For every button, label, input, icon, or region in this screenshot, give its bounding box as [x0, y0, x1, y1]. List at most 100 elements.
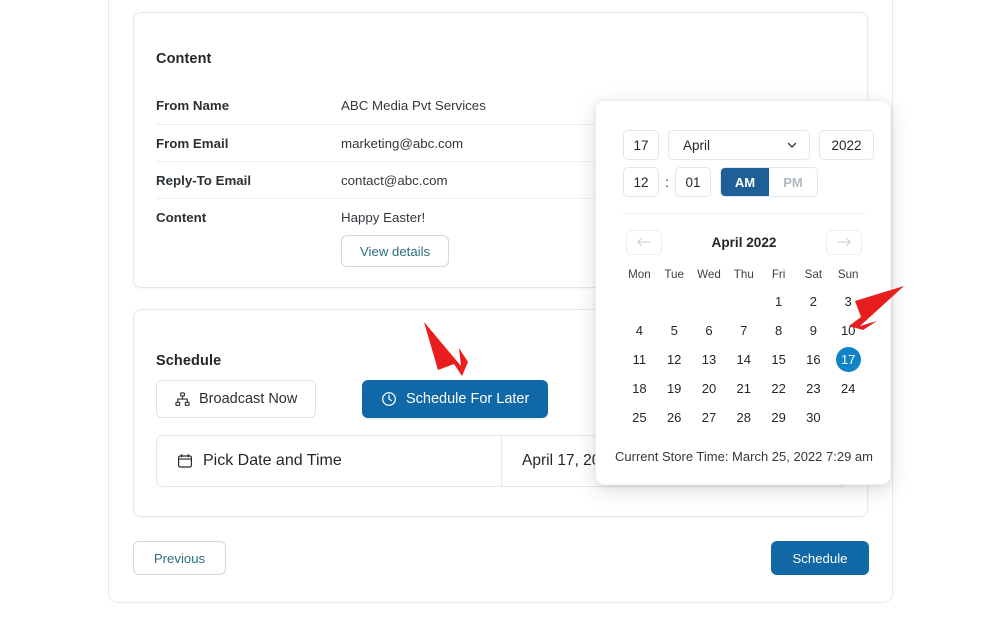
calendar-title: April 2022	[711, 234, 777, 250]
month-select[interactable]: April	[668, 130, 810, 160]
time-separator: :	[665, 174, 669, 190]
pm-option[interactable]: PM	[769, 168, 817, 196]
calendar-day[interactable]: 30	[796, 403, 831, 432]
calendar-day-label: 22	[771, 381, 786, 396]
calendar-day[interactable]: 7	[726, 316, 761, 345]
row-value: marketing@abc.com	[341, 135, 464, 151]
weekday-header: Sat	[804, 267, 823, 281]
schedule-card-title: Schedule	[156, 353, 222, 369]
calendar-day-label: 2	[809, 294, 817, 309]
minute-input[interactable]: 01	[675, 167, 711, 197]
calendar-day-label: 11	[632, 352, 647, 367]
calendar-day[interactable]: 13	[692, 345, 727, 374]
previous-button[interactable]: Previous	[133, 541, 226, 575]
calendar-blank-cell	[622, 287, 657, 316]
calendar-day-label: 21	[736, 381, 752, 396]
calendar-day-label: 28	[736, 410, 752, 425]
calendar-day[interactable]: 12	[657, 345, 692, 374]
calendar-day[interactable]: 2	[796, 287, 831, 316]
divider	[623, 213, 865, 214]
chevron-down-icon	[786, 139, 798, 151]
broadcast-now-label: Broadcast Now	[199, 391, 298, 407]
calendar-day[interactable]: 4	[622, 316, 657, 345]
calendar-day[interactable]: 23	[796, 374, 831, 403]
datepicker-time-row: 12 : 01 AM PM	[623, 167, 818, 197]
calendar-blank-cell	[657, 287, 692, 316]
calendar-day-label: 19	[666, 381, 682, 396]
prev-month-button[interactable]	[626, 229, 662, 255]
calendar-blank-cell	[726, 287, 761, 316]
calendar-day-label: 20	[701, 381, 717, 396]
calendar-day-label: 12	[666, 352, 682, 367]
calendar-day[interactable]: 9	[796, 316, 831, 345]
calendar-day-label: 17	[835, 347, 861, 372]
hour-input[interactable]: 12	[623, 167, 659, 197]
current-store-time: Current Store Time: March 25, 2022 7:29 …	[615, 449, 873, 464]
calendar-day[interactable]: 14	[726, 345, 761, 374]
weekday-header: Sun	[837, 267, 859, 281]
calendar-day-label: 18	[632, 381, 647, 396]
calendar-day[interactable]: 15	[761, 345, 796, 374]
row-label: From Name	[156, 98, 230, 113]
calendar-day[interactable]: 10	[831, 316, 866, 345]
am-option[interactable]: AM	[721, 168, 769, 196]
calendar-day[interactable]: 28	[726, 403, 761, 432]
row-label: From Email	[156, 135, 229, 151]
calendar-day-label: 26	[666, 410, 682, 425]
calendar-day[interactable]: 1	[761, 287, 796, 316]
calendar-day[interactable]: 11	[622, 345, 657, 374]
row-value: ABC Media Pvt Services	[341, 98, 486, 113]
calendar-day-label: 30	[806, 410, 821, 425]
calendar-day[interactable]: 19	[657, 374, 692, 403]
calendar-day-label: 6	[705, 323, 713, 338]
calendar-day-selected[interactable]: 17	[831, 345, 866, 374]
calendar-day[interactable]: 6	[692, 316, 727, 345]
clock-icon	[381, 391, 397, 407]
view-details-button[interactable]: View details	[341, 235, 450, 267]
datepicker-date-row: 17 April 2022	[623, 130, 874, 160]
calendar-day[interactable]: 26	[657, 403, 692, 432]
month-select-value: April	[683, 137, 711, 153]
calendar-day-label: 23	[806, 381, 821, 396]
row-value: Happy Easter!	[341, 210, 426, 225]
calendar-day-label: 5	[670, 323, 678, 338]
calendar-day[interactable]: 8	[761, 316, 796, 345]
calendar-day-label: 27	[701, 410, 717, 425]
calendar-day-label: 15	[771, 352, 786, 367]
calendar-day[interactable]: 3	[831, 287, 866, 316]
weekday-header: Fri	[771, 267, 786, 281]
calendar-day[interactable]: 5	[657, 316, 692, 345]
calendar-day[interactable]: 25	[622, 403, 657, 432]
schedule-for-later-label: Schedule For Later	[406, 391, 530, 407]
schedule-for-later-button[interactable]: Schedule For Later	[362, 380, 549, 418]
calendar-day-label: 7	[740, 323, 748, 338]
calendar-day[interactable]: 24	[831, 374, 866, 403]
weekday-header: Thu	[733, 267, 754, 281]
weekday-header: Tue	[664, 267, 684, 281]
weekday-header: Mon	[628, 267, 651, 281]
calendar-day[interactable]: 16	[796, 345, 831, 374]
calendar-day-label: 8	[774, 323, 783, 338]
calendar-day[interactable]: 22	[761, 374, 796, 403]
day-input[interactable]: 17	[623, 130, 659, 160]
calendar-day-label: 16	[806, 352, 821, 367]
calendar-blank-cell	[692, 287, 727, 316]
calendar-day[interactable]: 20	[692, 374, 727, 403]
calendar-day-label: 9	[809, 323, 817, 338]
broadcast-now-button[interactable]: Broadcast Now	[156, 380, 317, 418]
calendar-day[interactable]: 27	[692, 403, 727, 432]
calendar-day[interactable]: 18	[622, 374, 657, 403]
calendar-icon	[177, 453, 193, 469]
pick-date-time-trigger[interactable]: Pick Date and Time	[157, 436, 502, 486]
calendar-day[interactable]: 21	[726, 374, 761, 403]
datetime-picker-popup: 17 April 2022 12 : 01 AM PM April 2022 M…	[595, 100, 891, 485]
calendar-day-label: 3	[844, 294, 852, 309]
calendar-day-label: 4	[635, 323, 643, 338]
schedule-button[interactable]: Schedule	[771, 541, 869, 575]
calendar-day-label: 14	[736, 352, 752, 367]
year-input[interactable]: 2022	[819, 130, 874, 160]
next-month-button[interactable]	[825, 229, 862, 255]
calendar-day[interactable]: 29	[761, 403, 796, 432]
calendar-header: April 2022	[626, 229, 862, 255]
meridiem-toggle: AM PM	[720, 167, 818, 197]
